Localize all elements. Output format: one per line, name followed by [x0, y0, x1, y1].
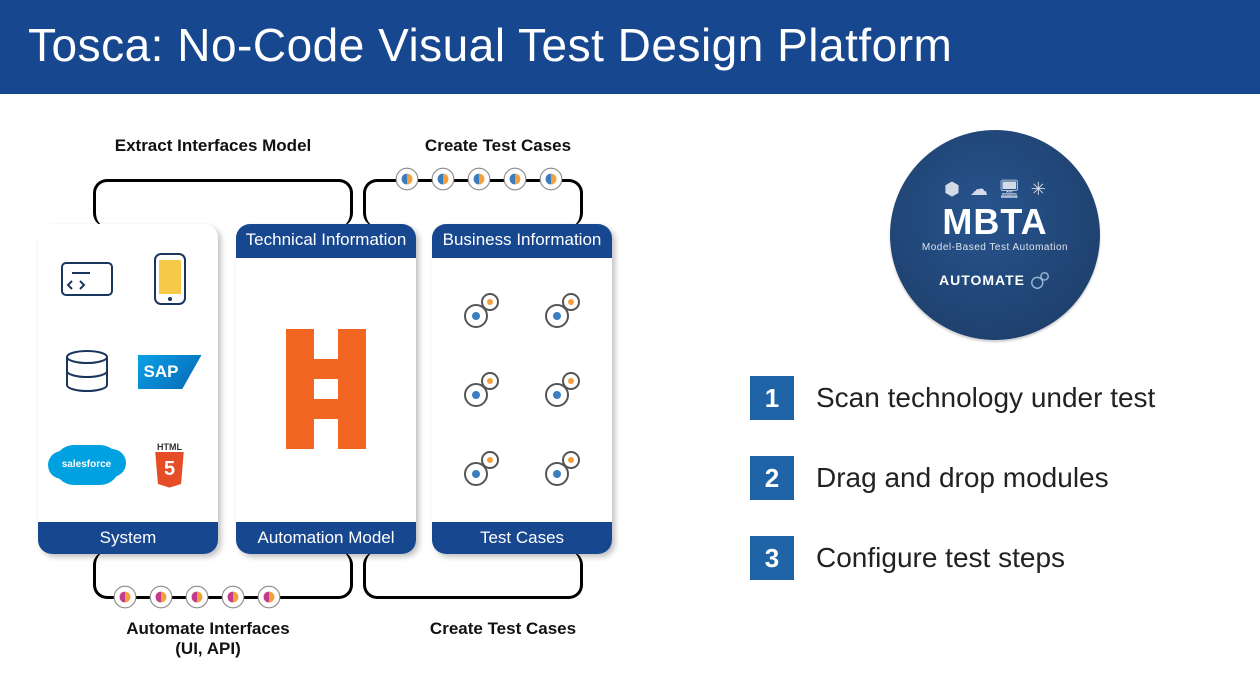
connector-bottom-right — [363, 551, 583, 599]
card-tests-body — [432, 258, 612, 520]
gear-row-bottom — [112, 584, 282, 610]
card-model-footer: Automation Model — [236, 522, 416, 554]
badge-title: MBTA — [942, 204, 1047, 240]
devices-icon: 🖥 — [998, 179, 1021, 200]
steps-list: 1 Scan technology under test 2 Drag and … — [750, 376, 1230, 580]
gear-icon — [256, 584, 282, 610]
badge-automate-tag: AUTOMATE — [939, 269, 1051, 291]
step-text: Configure test steps — [816, 542, 1065, 574]
html5-small-icon: ⬢ — [944, 179, 960, 200]
step-text: Scan technology under test — [816, 382, 1155, 414]
step-number: 2 — [750, 456, 794, 500]
card-tests-footer: Test Cases — [432, 522, 612, 554]
card-system-footer: System — [38, 522, 218, 554]
card-system-body: SAP salesforce HTML5 — [38, 224, 218, 520]
step-item: 3 Configure test steps — [750, 536, 1230, 580]
code-window-icon — [60, 259, 114, 299]
step-number: 1 — [750, 376, 794, 420]
gear-icon — [502, 166, 528, 192]
gears-small-icon — [1029, 269, 1051, 291]
gear-icon — [112, 584, 138, 610]
card-test-cases: Business Information Test Cases — [432, 224, 612, 554]
label-automate-interfaces: Automate Interfaces (UI, API) — [88, 619, 328, 660]
gear-icon — [148, 584, 174, 610]
database-icon — [62, 349, 112, 395]
gears-icon — [539, 286, 587, 334]
gear-icon — [538, 166, 564, 192]
gears-icon — [458, 444, 506, 492]
card-automation-model: Technical Information Automation Model — [236, 224, 416, 554]
gear-icon — [184, 584, 210, 610]
badge-icon-row: ⬢ ☁ 🖥 ✳ — [944, 179, 1046, 200]
badge-subtitle: Model-Based Test Automation — [922, 242, 1068, 253]
step-number: 3 — [750, 536, 794, 580]
gears-icon — [539, 444, 587, 492]
step-text: Drag and drop modules — [816, 462, 1109, 494]
cloud-icon: ☁ — [970, 179, 988, 200]
label-create-test-cases-top: Create Test Cases — [418, 136, 578, 156]
page-title: Tosca: No-Code Visual Test Design Platfo… — [28, 19, 952, 71]
sap-logo-icon: SAP — [138, 355, 202, 389]
card-model-body — [236, 258, 416, 520]
step-item: 1 Scan technology under test — [750, 376, 1230, 420]
workflow-diagram: Extract Interfaces Model Create Test Cas… — [28, 124, 648, 664]
tosca-module-icon — [276, 329, 376, 449]
smartphone-icon — [153, 252, 187, 306]
label-extract-interfaces: Extract Interfaces Model — [108, 136, 318, 156]
gear-icon — [220, 584, 246, 610]
label-create-test-cases-bottom: Create Test Cases — [398, 619, 608, 639]
mbta-badge: ⬢ ☁ 🖥 ✳ MBTA Model-Based Test Automation… — [890, 130, 1100, 340]
gear-icon — [394, 166, 420, 192]
salesforce-logo-icon: salesforce — [54, 445, 120, 485]
gears-icon — [539, 365, 587, 413]
connector-top-left — [93, 179, 353, 227]
card-model-header: Technical Information — [236, 224, 416, 258]
card-system: SAP salesforce HTML5 System — [38, 224, 218, 554]
content-area: Extract Interfaces Model Create Test Cas… — [0, 94, 1260, 674]
step-item: 2 Drag and drop modules — [750, 456, 1230, 500]
gears-icon — [458, 365, 506, 413]
gear-icon — [430, 166, 456, 192]
gear-row-top — [394, 166, 564, 192]
gears-icon — [458, 286, 506, 334]
snowflake-icon: ✳ — [1031, 179, 1046, 200]
gear-icon — [466, 166, 492, 192]
title-bar: Tosca: No-Code Visual Test Design Platfo… — [0, 0, 1260, 94]
card-tests-header: Business Information — [432, 224, 612, 258]
html5-logo-icon: HTML5 — [150, 442, 190, 488]
